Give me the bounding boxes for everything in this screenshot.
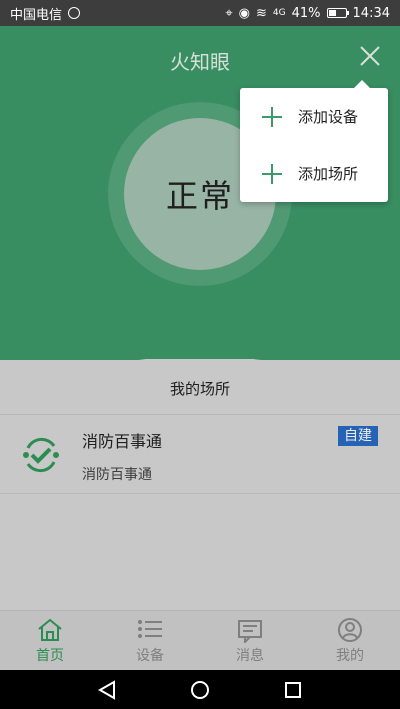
nav-home-label: 首页 xyxy=(36,648,64,664)
page-title: 火知眼 xyxy=(170,50,230,74)
divider xyxy=(0,414,400,415)
nav-devices-label: 设备 xyxy=(136,648,164,664)
eye-icon: ◉ xyxy=(238,5,251,21)
battery-percent: 41% xyxy=(291,5,321,21)
add-menu-popup: 添加设备 添加场所 xyxy=(240,80,388,202)
status-right: ⌖ ◉ ≋ 4G 41% 14:34 xyxy=(225,6,390,21)
back-icon[interactable] xyxy=(96,679,118,701)
section-title: 我的场所 xyxy=(169,380,230,398)
place-name: 消防百事通 xyxy=(82,432,163,451)
user-icon xyxy=(338,618,362,642)
plus-icon xyxy=(262,106,282,127)
location-icon: ⌖ xyxy=(225,5,233,21)
notification-icon xyxy=(68,7,81,19)
nav-profile[interactable]: 我的 xyxy=(300,611,400,671)
status-bar: 中国电信 ⌖ ◉ ≋ 4G 41% 14:34 xyxy=(0,0,400,26)
section-indicator xyxy=(134,356,266,359)
message-icon xyxy=(238,620,262,643)
carrier-label: 中国电信 xyxy=(10,7,63,23)
home-circle-icon[interactable] xyxy=(189,679,211,701)
place-subtitle: 消防百事通 xyxy=(82,467,152,483)
system-nav-bar xyxy=(0,670,400,709)
add-place-item[interactable]: 添加场所 xyxy=(240,145,388,202)
list-icon xyxy=(138,620,162,638)
divider xyxy=(0,493,400,494)
plus-icon xyxy=(262,163,282,184)
recents-icon[interactable] xyxy=(282,679,304,701)
nav-messages[interactable]: 消息 xyxy=(200,611,300,671)
add-device-label: 添加设备 xyxy=(298,108,359,126)
nav-devices[interactable]: 设备 xyxy=(100,611,200,671)
nav-profile-label: 我的 xyxy=(336,648,364,664)
nav-messages-label: 消息 xyxy=(236,648,264,664)
check-circle-icon xyxy=(23,437,59,473)
battery-icon xyxy=(326,8,349,18)
add-place-label: 添加场所 xyxy=(298,165,359,183)
close-button[interactable] xyxy=(358,44,382,68)
close-icon xyxy=(360,46,380,66)
place-list-item[interactable]: 消防百事通 消防百事通 自建 xyxy=(0,416,400,494)
clock: 14:34 xyxy=(352,5,390,21)
self-built-badge: 自建 xyxy=(338,426,378,446)
nav-home[interactable]: 首页 xyxy=(0,611,100,671)
home-icon xyxy=(38,618,62,641)
wifi-icon: ≋ xyxy=(256,5,267,21)
signal-label: 4G xyxy=(272,8,286,18)
bottom-nav: 首页 设备 消息 我的 xyxy=(0,610,400,671)
status-left: 中国电信 xyxy=(10,4,81,23)
add-device-item[interactable]: 添加设备 xyxy=(240,88,388,145)
